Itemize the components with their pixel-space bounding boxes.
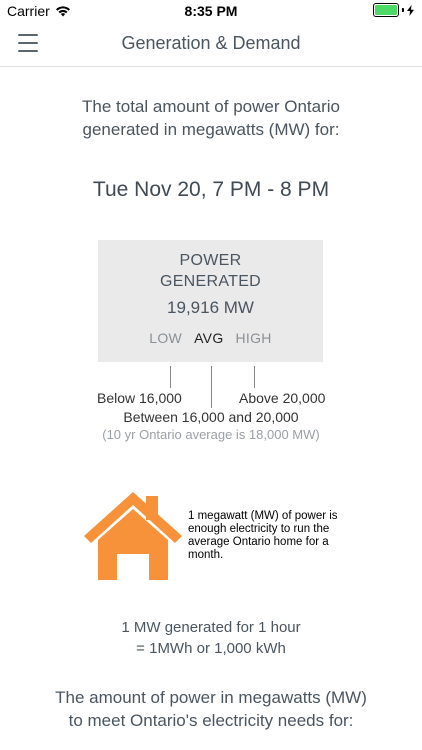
power-label-line-1: POWER bbox=[179, 252, 242, 269]
generation-intro: The total amount of power Ontario genera… bbox=[0, 95, 422, 141]
demand-intro: The amount of power in megawatts (MW) to… bbox=[0, 686, 422, 732]
range-high: Above 20,000 bbox=[239, 390, 326, 406]
charging-icon bbox=[407, 4, 414, 16]
status-right bbox=[373, 3, 414, 17]
avg-tick bbox=[211, 366, 212, 408]
mw-info-line-1: 1 MW generated for 1 hour bbox=[121, 619, 301, 636]
demand-intro-line-2: to meet Ontario's electricity needs for: bbox=[68, 711, 354, 730]
mw-info: 1 MW generated for 1 hour = 1MWh or 1,00… bbox=[0, 617, 422, 659]
level-indicator: LOW AVG HIGH bbox=[98, 330, 323, 346]
range-low: Below 16,000 bbox=[97, 390, 182, 406]
level-avg: AVG bbox=[194, 330, 224, 346]
battery-icon bbox=[373, 3, 399, 17]
range-note: (10 yr Ontario average is 18,000 MW) bbox=[102, 427, 320, 442]
intro-line-1: The total amount of power Ontario bbox=[82, 97, 340, 116]
power-value: 19,916 MW bbox=[167, 298, 254, 317]
battery-tip bbox=[402, 8, 404, 12]
power-label: POWER GENERATED bbox=[98, 250, 323, 292]
power-generated-card: POWER GENERATED 19,916 MW LOW AVG HIGH bbox=[98, 240, 323, 362]
power-label-line-2: GENERATED bbox=[159, 273, 262, 290]
house-caption: 1 megawatt (MW) of power is enough elect… bbox=[188, 510, 338, 561]
low-tick bbox=[170, 366, 171, 388]
range-avg: Between 16,000 and 20,000 bbox=[123, 409, 299, 425]
date-range[interactable]: Tue Nov 20, 7 PM - 8 PM bbox=[0, 178, 422, 202]
level-high: HIGH bbox=[235, 330, 272, 346]
status-bar: Carrier 8:35 PM bbox=[0, 0, 422, 22]
mw-info-line-2: = 1MWh or 1,000 kWh bbox=[136, 640, 286, 657]
intro-line-2: generated in megawatts (MW) for: bbox=[82, 120, 340, 139]
high-tick bbox=[254, 366, 255, 388]
demand-intro-line-1: The amount of power in megawatts (MW) bbox=[55, 688, 367, 707]
house-icon bbox=[84, 492, 182, 580]
nav-bar: Generation & Demand bbox=[0, 22, 422, 67]
nav-title: Generation & Demand bbox=[121, 33, 301, 53]
battery-fill bbox=[375, 5, 397, 15]
status-time: 8:35 PM bbox=[184, 3, 238, 19]
level-low: LOW bbox=[149, 330, 183, 346]
